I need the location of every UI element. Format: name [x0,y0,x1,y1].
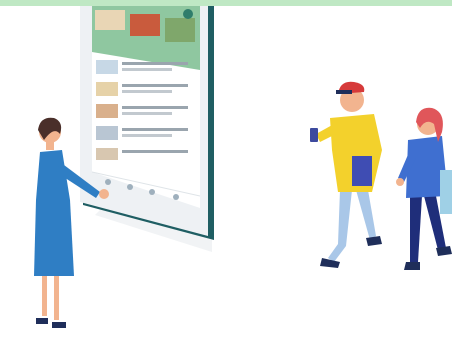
article-line [122,150,188,153]
man-shoe [366,236,382,246]
article-thumb [96,126,118,140]
article-thumb [96,104,118,118]
girl-leg [410,196,422,262]
woman-shoe [52,322,66,328]
woman-leg [42,272,47,316]
man-notebook [352,156,372,186]
woman-hand [99,189,109,199]
article-line [122,68,172,71]
phone-icon [310,128,318,142]
nav-bookmark-icon [149,189,155,195]
man-cap-brim [336,90,352,94]
girl-bag [440,170,452,214]
article-line [122,128,188,131]
man-leg [356,190,376,240]
news-app-illustration [34,0,452,328]
nav-profile-icon [173,194,179,200]
nav-search-icon [127,184,133,190]
woman-shoe [36,318,48,324]
article-line [122,134,172,137]
illustration-stage [0,0,452,342]
top-accent-bar [0,0,452,6]
girl-shoe [404,262,420,270]
man-leg [328,190,352,262]
hero-food-3 [165,18,195,42]
girl-hand [396,178,404,186]
article-line [122,90,172,93]
man-shoe [320,258,340,268]
tablet-device [80,0,214,240]
nav-home-icon [105,179,111,185]
hero-food-2 [130,14,160,36]
hero-food-1 [95,10,125,30]
woman-leg [54,272,59,320]
article-line [122,84,188,87]
article-line [122,106,188,109]
share-icon [183,9,193,19]
article-line [122,112,172,115]
article-thumb [96,82,118,96]
young-woman-figure [396,107,452,270]
article-line [122,62,188,65]
article-thumb [96,60,118,74]
young-man-figure [310,81,382,268]
article-thumb [96,148,118,160]
